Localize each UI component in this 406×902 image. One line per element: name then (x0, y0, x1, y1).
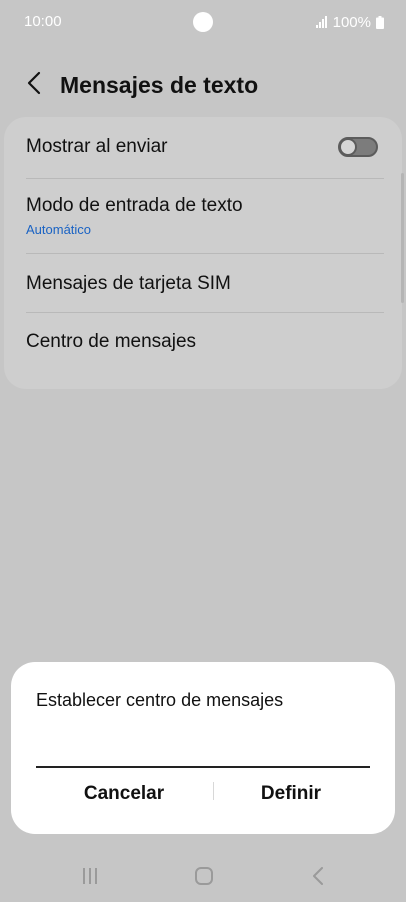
setting-label: Modo de entrada de texto (26, 195, 243, 216)
show-on-send-toggle[interactable] (338, 137, 378, 157)
cancel-button[interactable]: Cancelar (34, 774, 214, 814)
home-button[interactable] (182, 860, 226, 896)
navigation-bar (0, 850, 406, 902)
camera-cutout (193, 12, 213, 32)
recents-icon (80, 867, 100, 890)
scrollbar[interactable] (401, 173, 404, 303)
settings-list: Mostrar al enviar Modo de entrada de tex… (4, 117, 402, 389)
set-message-center-dialog: Establecer centro de mensajes Cancelar D… (11, 662, 395, 834)
back-button[interactable] (18, 69, 50, 101)
battery-percent: 100% (332, 13, 371, 31)
back-icon (312, 866, 324, 890)
signal-icon (315, 16, 328, 28)
status-time: 10:00 (24, 13, 62, 30)
setting-label: Mostrar al enviar (26, 136, 168, 157)
nav-back-button[interactable] (296, 860, 340, 896)
setting-message-center[interactable]: Centro de mensajes (4, 313, 402, 373)
dialog-title: Establecer centro de mensajes (36, 690, 284, 710)
battery-icon (376, 15, 384, 29)
toggle-knob (339, 138, 357, 156)
setting-value: Automático (26, 222, 92, 237)
status-icons: 100% (315, 13, 384, 31)
home-icon (194, 866, 214, 891)
chevron-left-icon (27, 71, 41, 100)
status-bar: 10:00 100% (0, 0, 406, 44)
setting-label: Mensajes de tarjeta SIM (26, 273, 231, 294)
app-header: Mensajes de texto (0, 60, 406, 110)
recents-button[interactable] (68, 860, 112, 896)
setting-sim-card-messages[interactable]: Mensajes de tarjeta SIM (4, 254, 402, 312)
set-button[interactable]: Definir (201, 774, 381, 814)
setting-label: Centro de mensajes (26, 331, 197, 352)
page-title: Mensajes de texto (60, 72, 259, 98)
setting-show-on-send[interactable]: Mostrar al enviar (4, 117, 402, 177)
message-center-input[interactable] (36, 736, 370, 768)
setting-text-input-mode[interactable]: Modo de entrada de texto Automático (4, 179, 402, 253)
